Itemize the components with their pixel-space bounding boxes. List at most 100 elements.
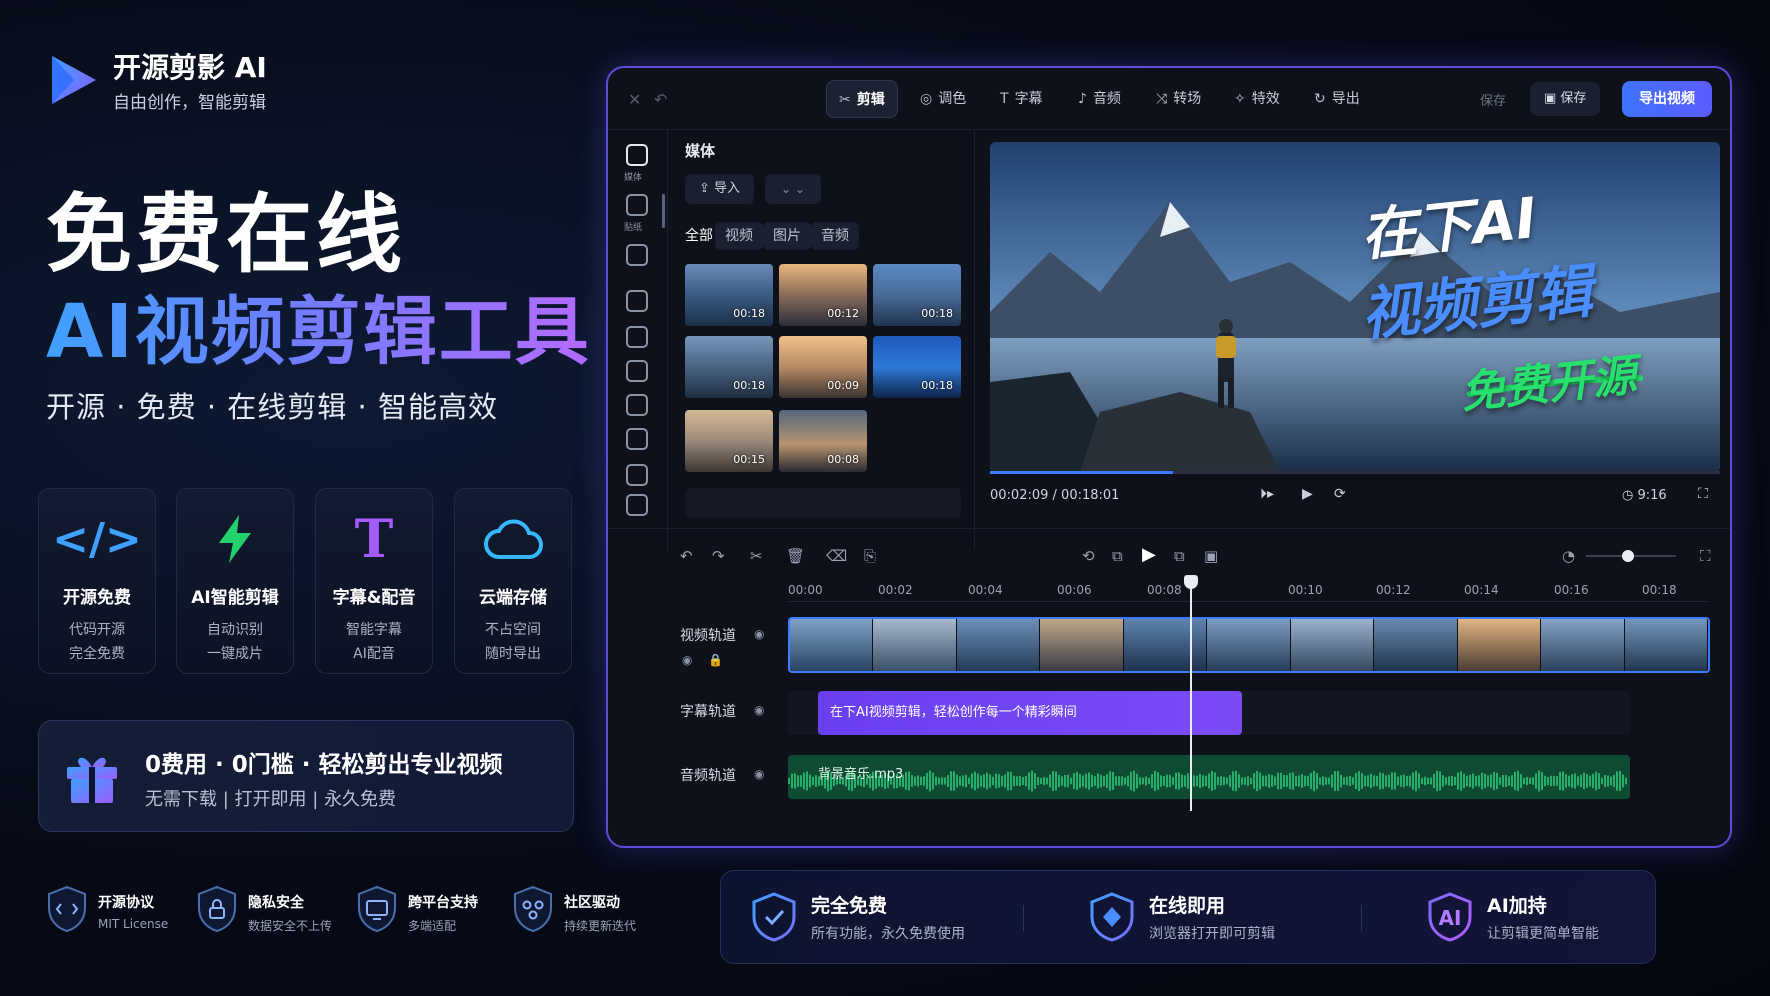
eye-icon[interactable]: ◉: [754, 767, 764, 781]
frame-back-icon[interactable]: ⧉: [1112, 547, 1123, 565]
shield-check-icon: [752, 892, 796, 942]
hero-subtitle: 开源 · 免费 · 在线剪辑 · 智能高效: [46, 390, 498, 424]
subtitle-clip[interactable]: 在下AI视频剪辑，轻松创作每一个精彩瞬间: [818, 691, 1242, 735]
filter-audio[interactable]: 音频: [811, 222, 859, 250]
preview-progress-bar[interactable]: [990, 471, 1720, 474]
template-icon[interactable]: [626, 428, 648, 450]
undo-icon[interactable]: ↶: [680, 547, 693, 565]
audio-track-label: 音频轨道: [680, 768, 736, 784]
media-thumb[interactable]: 00:18: [873, 336, 961, 398]
strip-item-ai: AI AI加持 让剪辑更简单智能: [1425, 887, 1645, 951]
save-button[interactable]: ▣ 保存: [1530, 82, 1601, 116]
audio-waveform: [788, 770, 1627, 792]
rewind-icon[interactable]: ⟲: [1082, 547, 1095, 565]
lightning-icon: [205, 511, 265, 567]
media-thumb[interactable]: 00:08: [779, 410, 867, 472]
sticker-icon[interactable]: [626, 194, 648, 216]
strip-item-free: 完全免费 所有功能，永久免费使用: [749, 887, 1009, 951]
filter-video[interactable]: 视频: [715, 222, 763, 250]
clock-icon: ◷: [1622, 488, 1638, 503]
frame-forward-icon[interactable]: ⧉: [1174, 547, 1185, 565]
media-panel-title: 媒体: [685, 142, 716, 160]
code-icon: </>: [52, 513, 142, 565]
ai-tool-icon[interactable]: [626, 464, 648, 486]
hero-title-line2: AI视频剪辑工具: [46, 272, 591, 379]
tab-subtitle[interactable]: T 字幕: [988, 80, 1055, 118]
import-button[interactable]: ⇪ 导入: [685, 174, 755, 204]
transition-side-icon[interactable]: [626, 394, 648, 416]
lock-icon[interactable]: 🔒: [708, 653, 723, 667]
monitor-icon: [358, 885, 396, 933]
promo-subtitle: 无需下载 | 打开即用 | 永久免费: [145, 789, 397, 810]
editor-sidebar: 媒体 贴纸: [608, 130, 668, 550]
close-icon[interactable]: ✕: [628, 90, 641, 109]
zoom-slider[interactable]: [1586, 550, 1676, 562]
badge-cross-platform: 跨平台支持 多端适配: [354, 880, 494, 940]
tab-audio[interactable]: ♪ 音频: [1066, 80, 1133, 118]
brand-tagline: 自由创作，智能剪辑: [113, 93, 266, 113]
play-icon[interactable]: ▶: [1302, 486, 1313, 502]
media-panel: 媒体 ⇪ 导入 ⌄ ⌄ 全部 视频 图片 音频 00:18 00:12 00:1…: [669, 130, 975, 550]
export-video-button[interactable]: 导出视频: [1622, 81, 1712, 117]
media-thumb[interactable]: 00:18: [685, 336, 773, 398]
playhead[interactable]: [1190, 579, 1192, 811]
tab-transition[interactable]: ⤨ 转场: [1144, 80, 1213, 118]
filter-image[interactable]: 图片: [763, 222, 811, 250]
audio-icon[interactable]: [626, 290, 648, 312]
promo-title: 0费用 · 0门槛 · 轻松剪出专业视频: [145, 752, 503, 778]
aspect-ratio-selector[interactable]: ◷ 9:16: [1622, 488, 1667, 503]
snapshot-icon[interactable]: ▣: [1204, 547, 1218, 565]
music-icon: ♪: [1078, 91, 1087, 107]
fullscreen-icon[interactable]: ⛶: [1698, 486, 1708, 502]
step-forward-icon[interactable]: ⏵▸: [1260, 486, 1274, 502]
tab-export[interactable]: ↻ 导出: [1302, 80, 1372, 118]
audio-clip[interactable]: 背景音乐.mp3: [788, 755, 1630, 799]
fit-timeline-icon[interactable]: ⛶: [1700, 547, 1711, 565]
media-thumb[interactable]: 00:12: [779, 264, 867, 326]
badge-license: 开源协议 MIT License: [44, 880, 194, 940]
import-icon: ⇪: [699, 181, 715, 196]
media-thumb[interactable]: 00:09: [779, 336, 867, 398]
chevron-down-icon: ⌄ ⌄: [781, 182, 805, 196]
media-thumb[interactable]: 00:18: [873, 264, 961, 326]
import-dropdown[interactable]: ⌄ ⌄: [765, 174, 821, 204]
tab-edit[interactable]: ✂ 剪辑: [826, 80, 898, 118]
text-icon[interactable]: [626, 244, 648, 266]
badge-privacy: 隐私安全 数据安全不上传: [194, 880, 344, 940]
feature-strip: 完全免费 所有功能，永久免费使用 在线即用 浏览器打开即可剪辑 AI AI加持 …: [720, 870, 1656, 964]
promo-banner: 0费用 · 0门槛 · 轻松剪出专业视频 无需下载 | 打开即用 | 永久免费: [38, 720, 574, 832]
media-thumb[interactable]: 00:18: [685, 264, 773, 326]
shield-lock-icon: [198, 885, 236, 933]
media-icon[interactable]: [626, 144, 648, 166]
loop-icon[interactable]: ⟳: [1334, 486, 1346, 502]
text-icon: T: [354, 508, 394, 570]
timeline-play-icon[interactable]: ▶: [1142, 544, 1156, 565]
eye-icon[interactable]: ◉: [754, 703, 764, 717]
delete-icon[interactable]: ⌫: [826, 547, 847, 565]
timeline-panel: ↶ ↷ ✂ 🗑 ⌫ ⎘ ⟲ ⧉ ▶ ⧉ ▣ ◔ ⛶ 00:00 00:02 00…: [608, 528, 1730, 846]
media-thumb[interactable]: 00:15: [685, 410, 773, 472]
settings-icon[interactable]: 保存: [1480, 90, 1506, 109]
hero-title-line1: 免费在线: [46, 185, 406, 285]
video-track-label: 视频轨道: [680, 628, 736, 644]
filter-icon[interactable]: [626, 326, 648, 348]
video-preview[interactable]: 在下AI 视频剪辑 免费开源: [990, 142, 1720, 472]
redo-icon[interactable]: ↷: [712, 547, 725, 565]
video-track-clip[interactable]: [788, 617, 1710, 673]
more-icon[interactable]: [626, 494, 648, 516]
svg-text:AI: AI: [1439, 906, 1462, 930]
cloud-icon: [483, 511, 543, 567]
feature-card-open-source: </> 开源免费 代码开源 完全免费: [38, 488, 156, 674]
zoom-out-icon[interactable]: ◔: [1562, 547, 1575, 565]
effect-icon[interactable]: [626, 360, 648, 382]
tab-color[interactable]: ◎ 调色: [908, 80, 978, 118]
zoom-slider-thumb[interactable]: [1622, 550, 1634, 562]
tab-effects[interactable]: ✧ 特效: [1222, 80, 1292, 118]
trash-icon[interactable]: 🗑: [786, 547, 805, 565]
eye-icon[interactable]: ◉: [754, 627, 764, 641]
text-tool-icon: T: [1000, 91, 1009, 107]
back-icon[interactable]: ↶: [654, 90, 667, 109]
scissors-icon[interactable]: ✂: [750, 547, 763, 565]
split-icon[interactable]: ⎘: [864, 547, 876, 565]
eye-icon[interactable]: ◉: [682, 653, 692, 667]
